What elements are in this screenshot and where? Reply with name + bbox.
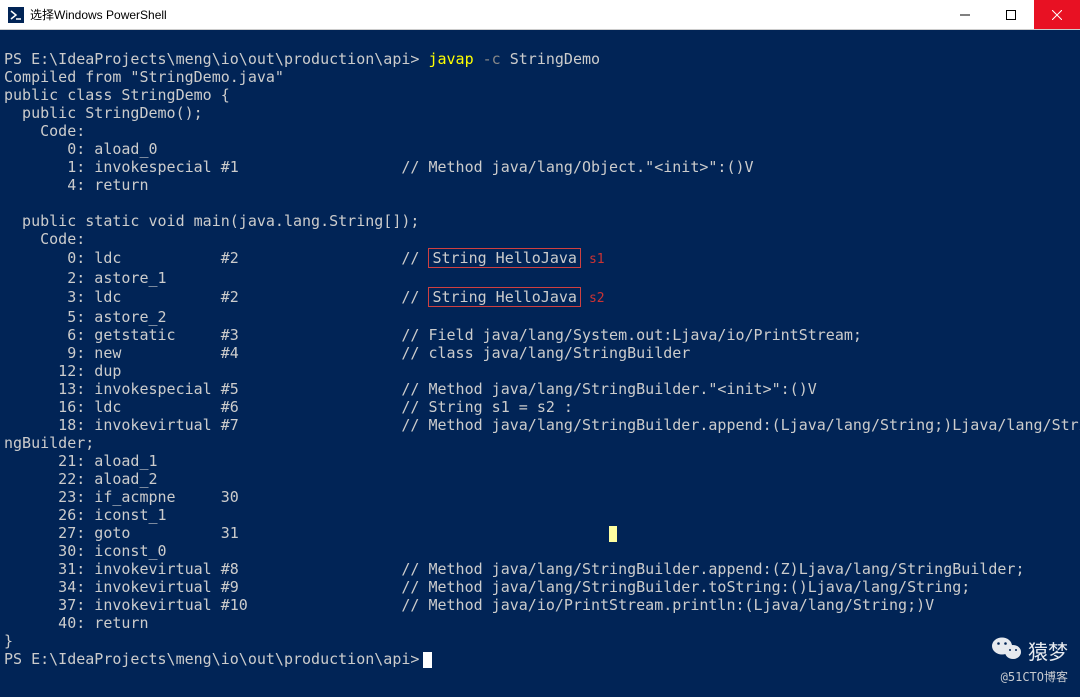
output-code-label: Code: <box>4 230 85 248</box>
window-controls <box>942 0 1080 29</box>
output-class-decl: public class StringDemo { <box>4 86 230 104</box>
output-main-decl: public static void main(java.lang.String… <box>4 212 419 230</box>
bytecode-line: 5: astore_2 <box>4 308 167 326</box>
bytecode-line: 31: invokevirtual #8 // Method java/lang… <box>4 560 1024 578</box>
wechat-icon <box>992 635 1022 666</box>
bytecode-line: 1: invokespecial #1 // Method java/lang/… <box>4 158 754 176</box>
bytecode-line: 22: aload_2 <box>4 470 158 488</box>
powershell-window: 选择Windows PowerShell PS E:\IdeaProjects\… <box>0 0 1080 697</box>
watermark-name: 猿梦 <box>1028 636 1068 665</box>
bytecode-line: 12: dup <box>4 362 121 380</box>
window-title: 选择Windows PowerShell <box>30 6 942 23</box>
bytecode-line: 18: invokevirtual #7 // Method java/lang… <box>4 416 1080 434</box>
bytecode-line: 6: getstatic #3 // Field java/lang/Syste… <box>4 326 862 344</box>
watermark-attribution: @51CTO博客 <box>1001 668 1068 685</box>
highlighted-string-2: String HelloJava <box>428 287 581 307</box>
bytecode-line: 3: ldc #2 // <box>4 288 428 306</box>
cursor-selection <box>609 526 617 542</box>
titlebar[interactable]: 选择Windows PowerShell <box>0 0 1080 30</box>
annotation-s2: s2 <box>589 291 605 306</box>
bytecode-line: 13: invokespecial #5 // Method java/lang… <box>4 380 817 398</box>
bytecode-line: 34: invokevirtual #9 // Method java/lang… <box>4 578 970 596</box>
bytecode-line: 27: goto 31 <box>4 524 239 542</box>
bytecode-line: 2: astore_1 <box>4 269 167 287</box>
powershell-icon <box>8 7 24 23</box>
output-ctor-decl: public StringDemo(); <box>4 104 203 122</box>
bytecode-line: 21: aload_1 <box>4 452 158 470</box>
bytecode-line: 23: if_acmpne 30 <box>4 488 239 506</box>
bytecode-line-wrap: ngBuilder; <box>4 434 94 452</box>
close-button[interactable] <box>1034 0 1080 29</box>
bytecode-line: 0: ldc #2 // <box>4 249 428 267</box>
prompt-path: PS E:\IdeaProjects\meng\io\out\productio… <box>4 50 419 68</box>
output-compiled-from: Compiled from "StringDemo.java" <box>4 68 284 86</box>
terminal-area[interactable]: PS E:\IdeaProjects\meng\io\out\productio… <box>0 30 1080 697</box>
command-arg: StringDemo <box>510 50 600 68</box>
highlighted-string-1: String HelloJava <box>428 248 581 268</box>
bytecode-line: 4: return <box>4 176 149 194</box>
bytecode-line: 37: invokevirtual #10 // Method java/io/… <box>4 596 934 614</box>
bytecode-line: 9: new #4 // class java/lang/StringBuild… <box>4 344 690 362</box>
bytecode-line: 40: return <box>4 614 149 632</box>
cursor <box>423 652 432 668</box>
output-close-brace: } <box>4 632 13 650</box>
prompt-path: PS E:\IdeaProjects\meng\io\out\productio… <box>4 650 419 668</box>
output-code-label: Code: <box>4 122 85 140</box>
bytecode-line: 26: iconst_1 <box>4 506 167 524</box>
minimize-button[interactable] <box>942 0 988 29</box>
bytecode-line: 16: ldc #6 // String s1 = s2 : <box>4 398 573 416</box>
command-flag: -c <box>483 50 501 68</box>
command-name: javap <box>428 50 473 68</box>
maximize-button[interactable] <box>988 0 1034 29</box>
annotation-s1: s1 <box>589 252 605 267</box>
watermark: 猿梦 @51CTO博客 <box>992 635 1068 685</box>
bytecode-line: 30: iconst_0 <box>4 542 167 560</box>
bytecode-line: 0: aload_0 <box>4 140 158 158</box>
